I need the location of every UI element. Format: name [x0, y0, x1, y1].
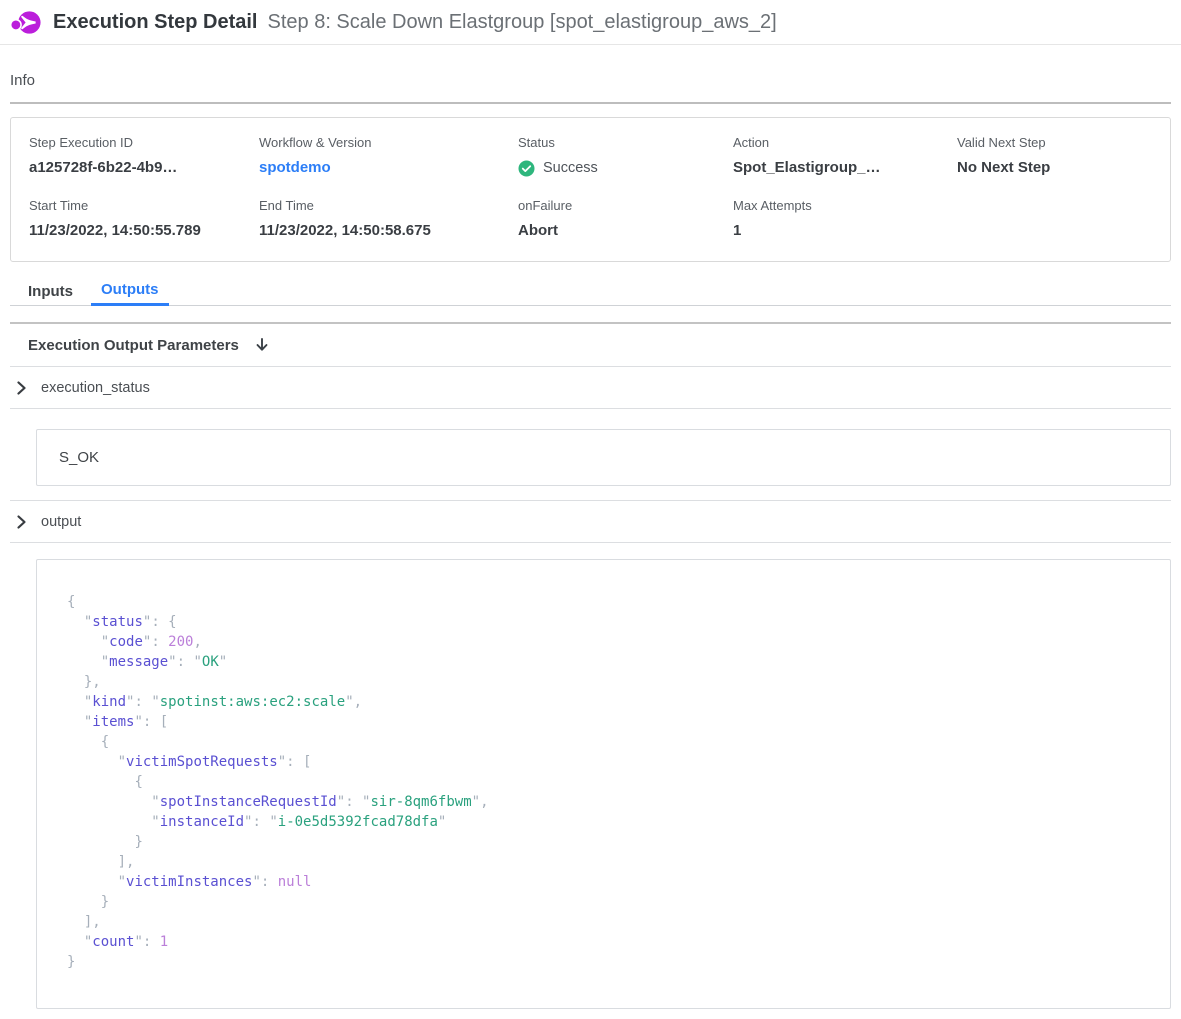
execution-status-value: S_OK	[59, 449, 99, 466]
success-check-icon	[518, 160, 535, 177]
field-label: Max Attempts	[733, 198, 957, 213]
info-card-row-1: Step Execution ID a125728f-6b22-4b9… Wor…	[29, 135, 1152, 177]
download-arrow-icon[interactable]	[253, 336, 271, 354]
page-title: Execution Step Detail	[53, 11, 258, 34]
step-execution-id-value: a125728f-6b22-4b9…	[29, 159, 259, 177]
param-name: execution_status	[41, 380, 150, 396]
field-max-attempts: Max Attempts 1	[733, 198, 957, 240]
spot-logo-icon	[10, 9, 42, 36]
field-action: Action Spot_Elastigroup_…	[733, 135, 957, 177]
header: Execution Step Detail Step 8: Scale Down…	[0, 0, 1181, 45]
field-workflow-version: Workflow & Version spotdemo	[259, 135, 518, 177]
end-time-value: 11/23/2022, 14:50:58.675	[259, 222, 518, 240]
info-card: Step Execution ID a125728f-6b22-4b9… Wor…	[10, 117, 1171, 262]
field-label: Step Execution ID	[29, 135, 259, 150]
execution-status-value-box: S_OK	[36, 429, 1171, 486]
output-parameters-title: Execution Output Parameters	[28, 337, 239, 354]
param-name: output	[41, 514, 81, 530]
action-value: Spot_Elastigroup_…	[733, 159, 957, 177]
valid-next-step-value: No Next Step	[957, 159, 1152, 177]
field-start-time: Start Time 11/23/2022, 14:50:55.789	[29, 198, 259, 240]
info-card-row-2: Start Time 11/23/2022, 14:50:55.789 End …	[29, 198, 1152, 240]
start-time-value: 11/23/2022, 14:50:55.789	[29, 222, 259, 240]
field-label: Valid Next Step	[957, 135, 1152, 150]
divider	[10, 102, 1171, 104]
execution-status-value-section: S_OK	[10, 409, 1171, 501]
chevron-right-icon	[16, 514, 28, 530]
tabs: Inputs Outputs	[10, 276, 1171, 306]
param-row-output[interactable]: output	[10, 501, 1171, 543]
max-attempts-value: 1	[733, 222, 957, 240]
field-step-execution-id: Step Execution ID a125728f-6b22-4b9…	[29, 135, 259, 177]
info-section-heading: Info	[10, 72, 1171, 89]
status-badge: Success	[518, 159, 733, 177]
field-label: Start Time	[29, 198, 259, 213]
tab-inputs[interactable]: Inputs	[18, 276, 83, 306]
output-json-box: { "status": { "code": 200, "message": "O…	[36, 559, 1171, 1009]
field-empty	[957, 198, 1152, 240]
field-label: Workflow & Version	[259, 135, 518, 150]
output-json-code: { "status": { "code": 200, "message": "O…	[67, 592, 1140, 972]
execution-step-detail-page: Execution Step Detail Step 8: Scale Down…	[0, 0, 1181, 1019]
field-onfailure: onFailure Abort	[518, 198, 733, 240]
field-label: Status	[518, 135, 733, 150]
output-value-section: { "status": { "code": 200, "message": "O…	[10, 543, 1171, 1019]
param-row-execution-status[interactable]: execution_status	[10, 367, 1171, 409]
tab-outputs[interactable]: Outputs	[91, 276, 169, 306]
field-valid-next-step: Valid Next Step No Next Step	[957, 135, 1152, 177]
output-parameters-header: Execution Output Parameters	[10, 322, 1171, 367]
field-label: onFailure	[518, 198, 733, 213]
onfailure-value: Abort	[518, 222, 733, 240]
status-text: Success	[543, 159, 598, 177]
chevron-right-icon	[16, 380, 28, 396]
spacer	[10, 306, 1171, 322]
workflow-link[interactable]: spotdemo	[259, 159, 518, 177]
field-status: Status Success	[518, 135, 733, 177]
page-subtitle: Step 8: Scale Down Elastgroup [spot_elas…	[268, 11, 777, 34]
field-end-time: End Time 11/23/2022, 14:50:58.675	[259, 198, 518, 240]
field-label: Action	[733, 135, 957, 150]
field-label: End Time	[259, 198, 518, 213]
